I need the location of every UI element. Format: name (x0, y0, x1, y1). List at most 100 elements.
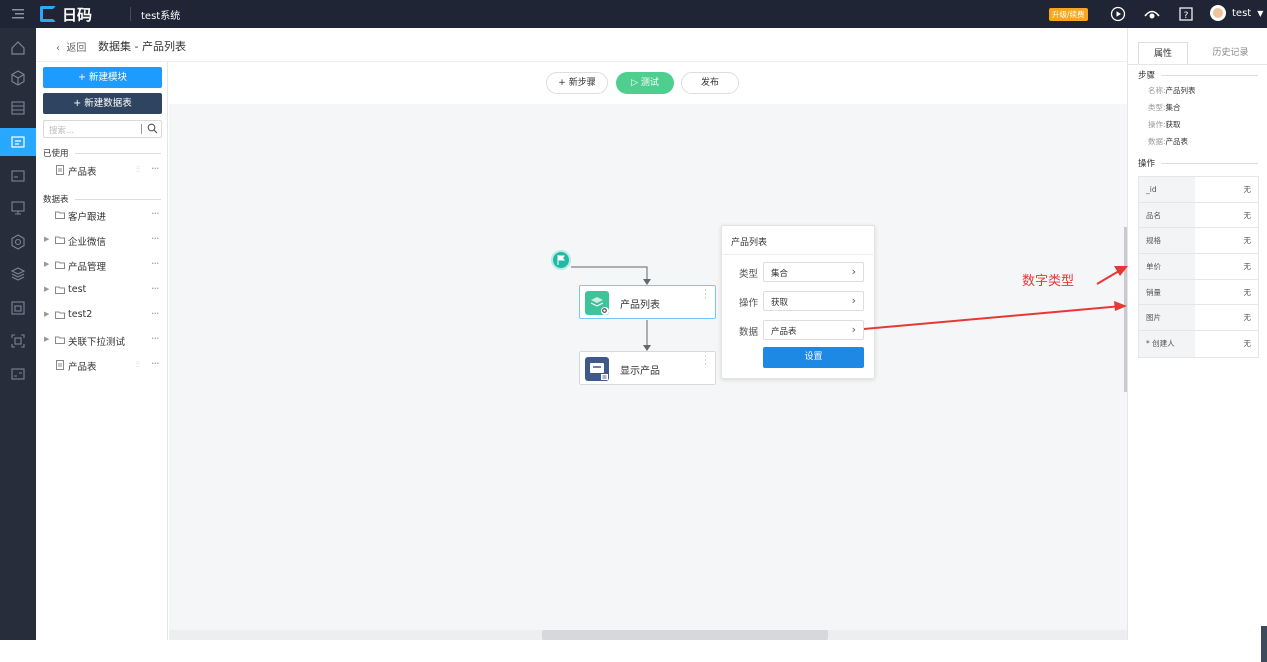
list-item[interactable]: ▶ test ··· (36, 282, 168, 300)
fields-table: _id 无 品名无 规格无 单价无 销量无 图片无 * 创建人无 (1138, 176, 1259, 358)
scan-icon[interactable] (10, 333, 26, 349)
search-input[interactable]: 搜索... (43, 120, 162, 138)
folder-icon (55, 261, 65, 269)
field-value: 无 (1243, 210, 1252, 220)
list-item[interactable]: ▶ 产品管理 ··· (36, 257, 168, 275)
list-item-label: test2 (68, 309, 93, 320)
list-item[interactable]: 产品表 ⫶⫶ ··· (36, 357, 168, 375)
new-table-button[interactable]: + 新建数据表 (43, 93, 162, 114)
data-row: 数据 产品表 › (722, 320, 876, 340)
flow-node[interactable]: 显示产品 · · · (579, 351, 716, 385)
more-icon[interactable]: ··· (151, 282, 159, 295)
search-placeholder: 搜索... (49, 126, 75, 136)
dataset-node-icon (585, 291, 609, 315)
tables-section-header: 数据表 (43, 193, 161, 205)
flow-start-icon[interactable] (551, 250, 571, 270)
report-icon[interactable] (10, 366, 26, 382)
list-item[interactable]: ▶ 关联下拉测试 ··· (36, 332, 168, 350)
preview-eye-icon[interactable] (1144, 6, 1160, 22)
svg-text:?: ? (1184, 11, 1189, 21)
list-item[interactable]: ▶ 企业微信 ··· (36, 232, 168, 250)
list-item-label: test (68, 284, 87, 295)
list-item-label: 客户跟进 (68, 212, 107, 223)
step-section-header: 步骤 (1138, 69, 1258, 81)
step-prop: 名称:产品列表 (1148, 86, 1196, 95)
field-name: 品名 (1139, 202, 1195, 228)
hexagon-icon[interactable] (10, 234, 26, 250)
back-label: 返回 (66, 43, 87, 54)
type-select[interactable]: 集合 › (763, 262, 864, 282)
table-row[interactable]: _id 无 (1139, 177, 1258, 203)
monitor-icon[interactable] (10, 200, 26, 216)
tune-icon[interactable]: ⫶⫶ (136, 360, 140, 370)
ops-section-label: 操作 (1138, 159, 1156, 169)
folder-icon (55, 211, 65, 219)
settings-button[interactable]: 设置 (763, 347, 864, 368)
more-icon[interactable]: ··· (151, 357, 159, 370)
folder-icon (55, 236, 65, 244)
data-select[interactable]: 产品表 › (763, 320, 864, 340)
more-icon[interactable]: ··· (151, 257, 159, 270)
form-icon[interactable] (10, 168, 26, 184)
list-item[interactable]: 产品表 ⫶⫶ ··· (36, 162, 168, 180)
node-menu-icon[interactable]: · · · (704, 353, 707, 370)
field-value: 无 (1243, 262, 1252, 272)
expand-arrow-icon[interactable]: ▶ (44, 335, 49, 343)
brand-logo[interactable]: 日码 (40, 5, 93, 24)
new-module-button[interactable]: + 新建模块 (43, 67, 162, 88)
home-icon[interactable] (10, 40, 26, 56)
folder-icon (55, 286, 65, 294)
back-link[interactable]: ‹ 返回 (56, 39, 86, 54)
list-item[interactable]: 客户跟进 ··· (36, 207, 168, 225)
chevron-right-icon: › (851, 265, 856, 278)
dataset-nav-item[interactable] (0, 128, 36, 156)
chevron-left-icon: ‹ (56, 43, 60, 54)
side-tab[interactable] (1261, 626, 1267, 662)
divider (141, 124, 142, 134)
upgrade-button[interactable]: 升级/续费 (1049, 8, 1088, 21)
user-menu[interactable]: test ▼ (1210, 5, 1263, 21)
expand-arrow-icon[interactable]: ▶ (44, 260, 49, 268)
tab-properties[interactable]: 属性 (1138, 42, 1188, 64)
more-icon[interactable]: ··· (151, 332, 159, 345)
search-icon[interactable] (147, 123, 158, 134)
ops-section-header: 操作 (1138, 157, 1258, 169)
table-row[interactable]: * 创建人 无 (1139, 331, 1258, 357)
expand-arrow-icon[interactable]: ▶ (44, 235, 49, 243)
table-row[interactable]: 规格 无 (1139, 228, 1258, 255)
top-bar: 日码 test系统 升级/续费 ? test ▼ (0, 0, 1267, 28)
data-value: 产品表 (771, 327, 797, 337)
more-icon[interactable]: ··· (151, 307, 159, 320)
table-row[interactable]: 品名 无 (1139, 202, 1258, 229)
layers-icon[interactable] (10, 266, 26, 282)
chevron-right-icon: › (851, 294, 856, 307)
brand-name: 日码 (62, 5, 93, 24)
expand-arrow-icon[interactable]: ▶ (44, 310, 49, 318)
more-icon[interactable]: ··· (151, 232, 159, 245)
more-icon[interactable]: ··· (151, 162, 159, 175)
node-menu-icon[interactable]: · · · (704, 287, 707, 304)
more-icon[interactable]: ··· (151, 207, 159, 220)
node-config-popover: 产品列表 类型 集合 › 操作 获取 › 数据 产品表 › 设置 (721, 225, 876, 379)
horizontal-scrollbar[interactable] (542, 630, 828, 640)
cube-icon[interactable] (10, 70, 26, 86)
expand-arrow-icon[interactable]: ▶ (44, 285, 49, 293)
data-label: 数据 (739, 327, 759, 338)
help-icon[interactable]: ? (1178, 6, 1194, 22)
operation-row: 操作 获取 › (722, 291, 876, 311)
tab-history[interactable]: 历史记录 (1198, 42, 1263, 64)
table-row[interactable]: 单价 无 (1139, 254, 1258, 280)
tune-icon[interactable]: ⫶⫶ (136, 165, 140, 175)
field-value: 无 (1243, 236, 1252, 246)
table-row[interactable]: 销量 无 (1139, 279, 1258, 306)
list-item[interactable]: ▶ test2 ··· (36, 307, 168, 325)
list-item-label: 关联下拉测试 (68, 337, 126, 348)
flow-canvas[interactable]: + 新步骤 ▷ 测试 发布 产品列表 · · · 显示产品 · · · 产品列表 类型 … (169, 62, 1127, 640)
window-icon[interactable] (10, 300, 26, 316)
flow-node[interactable]: 产品列表 · · · (579, 285, 716, 319)
table-row[interactable]: 图片 无 (1139, 305, 1258, 332)
play-circle-icon[interactable] (1110, 6, 1126, 22)
menu-icon[interactable] (12, 8, 24, 20)
list-icon[interactable] (10, 100, 26, 116)
operation-select[interactable]: 获取 › (763, 291, 864, 311)
